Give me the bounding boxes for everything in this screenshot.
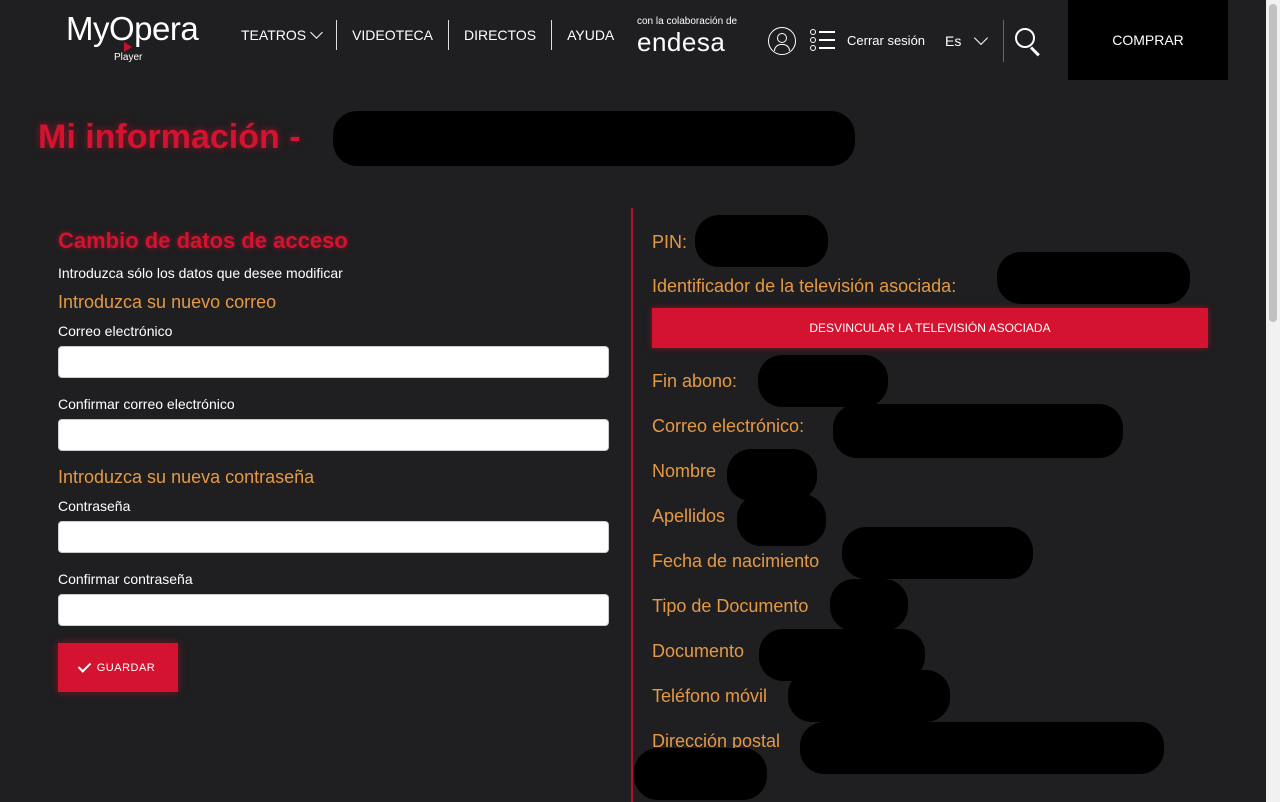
chevron-down-icon [310, 26, 323, 39]
email-confirm-label: Confirmar correo electrónico [58, 396, 235, 412]
page-title: Mi información - [38, 118, 301, 156]
redacted-username [333, 111, 855, 166]
redacted-phone [788, 670, 950, 722]
form-intro: Introduzca sólo los datos que desee modi… [58, 265, 343, 281]
sponsor-logo: con la colaboración de endesa [637, 16, 749, 58]
nav-ayuda[interactable]: AYUDA [551, 20, 629, 50]
end-subscription-label: Fin abono: [652, 371, 738, 391]
main-nav: TEATROS VIDEOTECA DIRECTOS AYUDA [226, 20, 629, 50]
email-field[interactable] [58, 346, 609, 378]
redacted-birth-date [842, 527, 1033, 579]
sponsor-name: endesa [637, 27, 726, 57]
surname-label: Apellidos [652, 506, 726, 526]
buy-button[interactable]: COMPRAR [1068, 0, 1228, 80]
myopera-logo[interactable]: MyOpera Player [66, 10, 216, 63]
pin-label: PIN: [652, 232, 688, 252]
nav-videoteca[interactable]: VIDEOTECA [336, 20, 448, 50]
page-scrollbar[interactable] [1266, 0, 1280, 802]
language-select[interactable]: Es [945, 33, 961, 49]
birth-date-label: Fecha de nacimiento [652, 551, 820, 571]
name-label: Nombre [652, 461, 717, 481]
redacted-pin [695, 215, 828, 267]
unlink-tv-button[interactable]: DESVINCULAR LA TELEVISIÓN ASOCIADA [652, 308, 1208, 348]
site-header: MyOpera Player TEATROS VIDEOTECA DIRECTO… [0, 0, 1266, 80]
nav-teatros[interactable]: TEATROS [226, 20, 336, 50]
phone-label: Teléfono móvil [652, 686, 768, 706]
save-label: GUARDAR [96, 661, 156, 674]
email-heading: Introduzca su nuevo correo [58, 292, 277, 312]
nav-teatros-label: TEATROS [241, 27, 307, 43]
password-heading: Introduzca su nueva contraseña [58, 467, 315, 487]
redacted-end-subscription [758, 355, 888, 407]
redacted-surname [737, 494, 826, 546]
play-icon [124, 42, 132, 52]
check-icon [77, 658, 91, 673]
chevron-down-icon[interactable] [973, 30, 989, 46]
redacted-address [800, 722, 1164, 774]
password-label: Contraseña [58, 498, 131, 514]
redacted-address-extra [634, 748, 767, 800]
document-type-label: Tipo de Documento [652, 596, 809, 616]
save-button[interactable]: GUARDAR [58, 643, 178, 692]
redacted-document-type [830, 579, 908, 631]
email-confirm-field[interactable] [58, 419, 609, 451]
scrollbar-thumb[interactable] [1269, 4, 1277, 322]
logo-text: MyOpera [66, 10, 199, 47]
password-confirm-field[interactable] [58, 594, 609, 626]
list-icon[interactable] [810, 29, 836, 51]
tv-id-label: Identificador de la televisión asociada: [652, 276, 957, 296]
logout-link[interactable]: Cerrar sesión [847, 33, 925, 48]
header-divider [1003, 20, 1004, 62]
user-icon[interactable] [768, 27, 796, 55]
email-info-label: Correo electrónico: [652, 416, 805, 436]
password-confirm-label: Confirmar contraseña [58, 571, 193, 587]
password-field[interactable] [58, 521, 609, 553]
form-title: Cambio de datos de acceso [58, 228, 348, 253]
redacted-tv-id [997, 252, 1190, 304]
column-separator [631, 208, 633, 802]
document-label: Documento [652, 641, 745, 661]
logo-subtitle: Player [114, 52, 143, 63]
nav-directos[interactable]: DIRECTOS [447, 20, 551, 50]
search-icon[interactable] [1015, 28, 1040, 57]
email-label: Correo electrónico [58, 323, 173, 339]
redacted-email [833, 404, 1123, 458]
